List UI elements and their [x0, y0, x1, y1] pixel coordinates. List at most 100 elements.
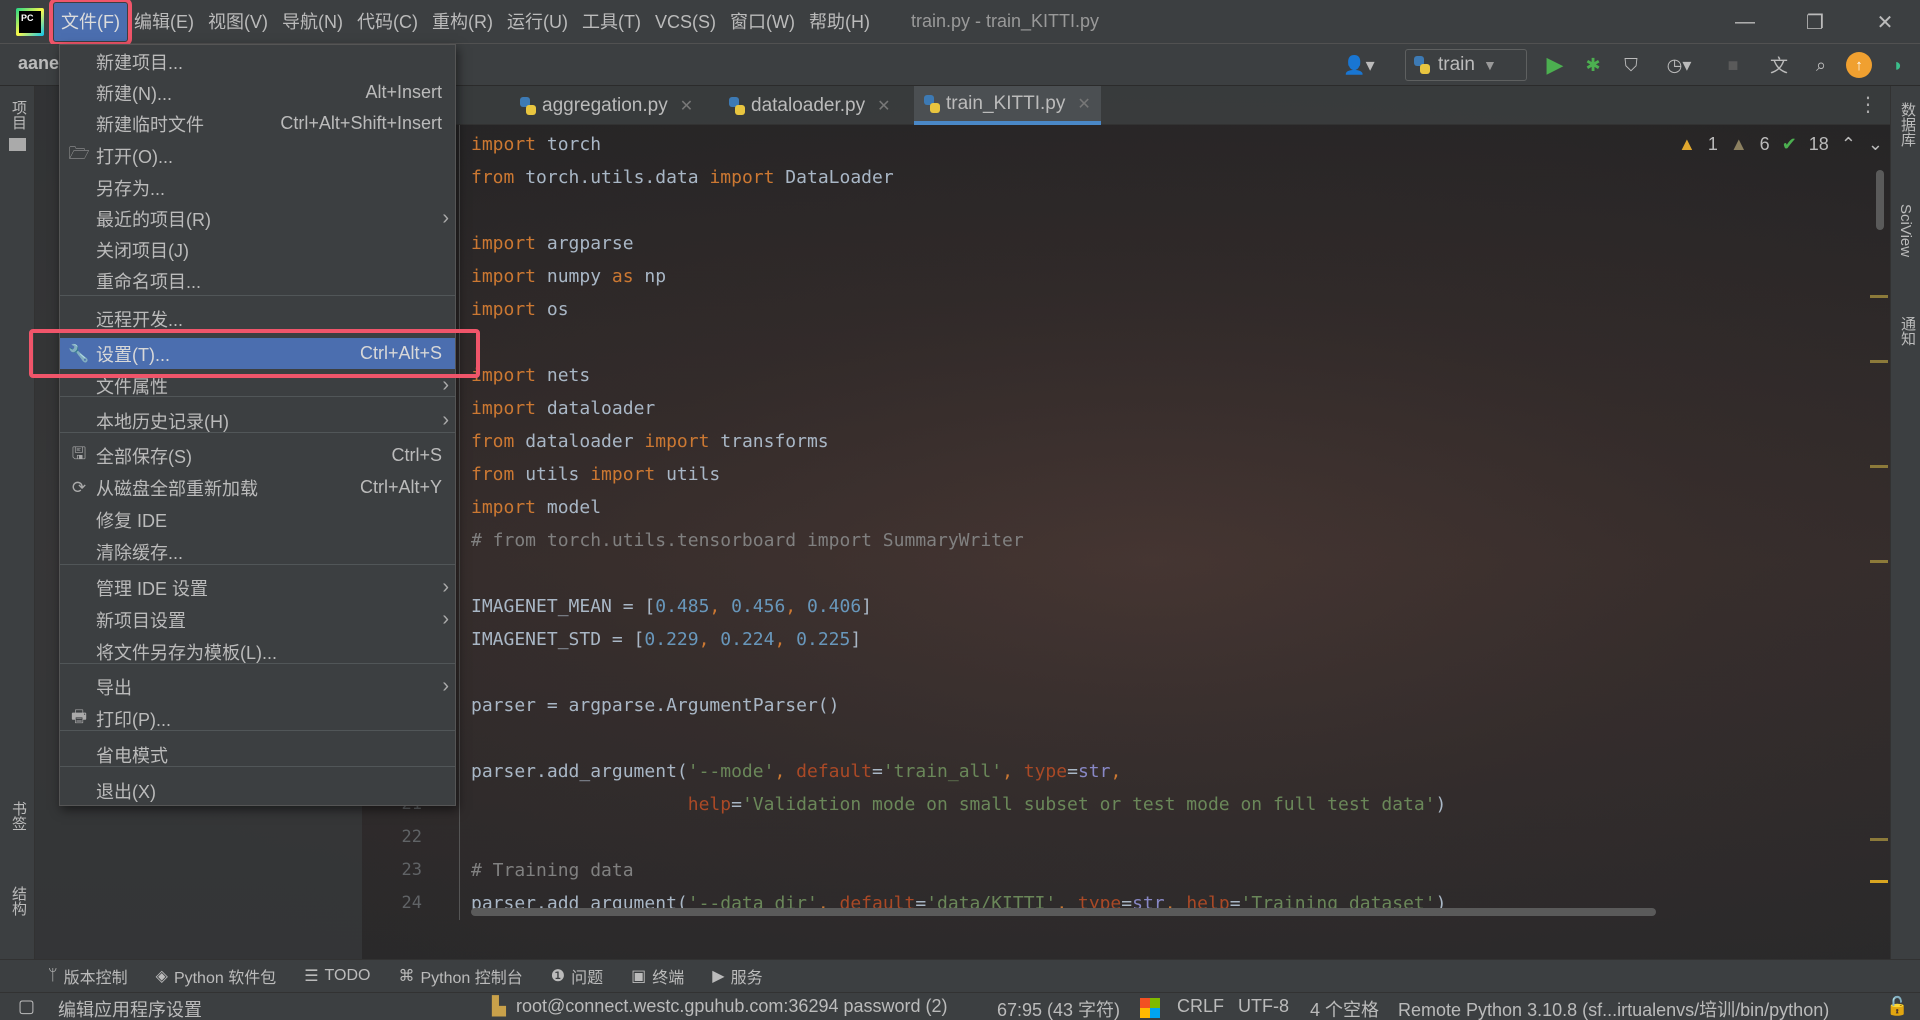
- file-menu-item[interactable]: 修复 IDE: [60, 504, 455, 535]
- scroll-marker[interactable]: [1870, 838, 1888, 841]
- file-menu-item[interactable]: 新项目设置 ›: [60, 604, 455, 635]
- stop-icon[interactable]: ■: [1718, 50, 1748, 80]
- scroll-marker[interactable]: [1870, 295, 1888, 298]
- toggle-panels-icon[interactable]: ▢: [18, 996, 35, 1017]
- code-line: import torch: [471, 128, 601, 161]
- coverage-icon[interactable]: ⛉: [1616, 50, 1646, 80]
- code-line: from utils import utils: [471, 458, 720, 491]
- inspection-widget[interactable]: ▲ 1 ▲ 6 ✔ 18 ⌃ ⌄: [1678, 134, 1883, 155]
- profile-icon[interactable]: ◷▾: [1656, 50, 1702, 80]
- translate-icon[interactable]: 文: [1764, 50, 1794, 80]
- file-menu-item[interactable]: 🗁 打开(O)...: [60, 140, 455, 171]
- file-menu-item[interactable]: 🖶 打印(P)...: [60, 703, 455, 734]
- update-icon[interactable]: ↑: [1846, 52, 1872, 78]
- indent-setting[interactable]: 4 个空格: [1310, 996, 1379, 1020]
- file-menu-item[interactable]: 本地历史记录(H) ›: [60, 405, 455, 436]
- tool-window-5[interactable]: ▣ 终端: [631, 964, 684, 988]
- code-token: as: [611, 266, 634, 287]
- code-token: model: [536, 497, 602, 518]
- structure-tool-button[interactable]: 结构: [8, 886, 29, 916]
- menu-1[interactable]: 编辑(E): [127, 3, 201, 41]
- restore-button[interactable]: ❐: [1780, 0, 1850, 44]
- account-icon[interactable]: 👤▾: [1336, 50, 1382, 80]
- file-menu-item[interactable]: 将文件另存为模板(L)...: [60, 636, 455, 667]
- tool-window-3[interactable]: ⌘ Python 控制台: [398, 964, 522, 988]
- menu-2[interactable]: 视图(V): [201, 3, 275, 41]
- code-token: DataLoader: [774, 167, 894, 188]
- submenu-arrow-icon: ›: [442, 675, 449, 697]
- tab-train_KITTI-py[interactable]: train_KITTI.py ✕: [914, 86, 1101, 125]
- shortcut: Ctrl+S: [391, 445, 442, 465]
- notifications-tool-button[interactable]: 通知: [1897, 316, 1918, 346]
- code-token: =: [1067, 761, 1078, 782]
- file-menu-item[interactable]: 重命名项目...: [60, 265, 455, 296]
- code-line: import numpy as np: [471, 260, 666, 293]
- project-name[interactable]: aane: [18, 53, 59, 74]
- code-token: dataloader: [514, 431, 645, 452]
- previous-highlight-icon[interactable]: ⌃: [1841, 134, 1856, 155]
- tab-dataloader-py[interactable]: dataloader.py ✕: [719, 86, 901, 125]
- line-separator[interactable]: CRLF: [1177, 996, 1224, 1017]
- scroll-marker[interactable]: [1870, 560, 1888, 563]
- caret-position[interactable]: 67:95 (43 字符): [997, 996, 1120, 1020]
- next-highlight-icon[interactable]: ⌄: [1868, 134, 1883, 155]
- file-menu-item[interactable]: 新建项目...: [60, 46, 455, 77]
- menu-9[interactable]: 窗口(W): [723, 3, 802, 41]
- scroll-marker[interactable]: [1870, 880, 1888, 883]
- minimize-button[interactable]: —: [1710, 0, 1780, 44]
- python-interpreter[interactable]: Remote Python 3.10.8 (sf...irtualenvs/培训…: [1398, 996, 1829, 1020]
- file-menu-item[interactable]: 关闭项目(J): [60, 234, 455, 265]
- scroll-marker[interactable]: [1870, 360, 1888, 363]
- menu-7[interactable]: 工具(T): [575, 3, 648, 41]
- file-menu-item[interactable]: 🖫 全部保存(S) Ctrl+S: [60, 440, 455, 471]
- code-token: dataloader: [536, 398, 656, 419]
- menu-0[interactable]: 文件(F): [49, 0, 132, 46]
- tab-aggregation-py[interactable]: aggregation.py ✕: [510, 86, 703, 125]
- bookmarks-tool-button[interactable]: 书签: [8, 801, 29, 831]
- horizontal-scrollbar[interactable]: [471, 908, 1656, 916]
- project-tool-button[interactable]: 项目: [8, 100, 29, 130]
- menu-5[interactable]: 重构(R): [425, 3, 500, 41]
- search-icon[interactable]: ⌕: [1806, 50, 1836, 80]
- debug-icon[interactable]: ✱: [1578, 50, 1608, 80]
- file-menu-item[interactable]: 最近的项目(R) ›: [60, 203, 455, 234]
- tool-window-6[interactable]: ▶ 服务: [712, 964, 762, 988]
- menu-6[interactable]: 运行(U): [500, 3, 575, 41]
- run-config-selector[interactable]: train ▼: [1405, 49, 1527, 81]
- file-menu-item[interactable]: 清除缓存...: [60, 536, 455, 567]
- more-tabs-icon[interactable]: ⋮: [1858, 92, 1878, 117]
- menu-4[interactable]: 代码(C): [350, 3, 425, 41]
- menu-3[interactable]: 导航(N): [275, 3, 350, 41]
- file-menu-item[interactable]: ⟳ 从磁盘全部重新加载 Ctrl+Alt+Y: [60, 472, 455, 503]
- file-encoding[interactable]: UTF-8: [1238, 996, 1289, 1017]
- menu-10[interactable]: 帮助(H): [802, 3, 877, 41]
- vertical-scrollbar[interactable]: [1876, 170, 1884, 230]
- file-menu-item[interactable]: 新建临时文件 Ctrl+Alt+Shift+Insert: [60, 108, 455, 139]
- tool-window-4[interactable]: ❶ 问题: [551, 964, 603, 988]
- plugin-icon[interactable]: ◗: [1884, 50, 1912, 80]
- remote-host[interactable]: root@connect.westc.gpuhub.com:36294 pass…: [516, 996, 948, 1017]
- file-menu-item[interactable]: 新建(N)... Alt+Insert: [60, 77, 455, 108]
- close-button[interactable]: ✕: [1850, 0, 1920, 44]
- file-menu-item[interactable]: 管理 IDE 设置 ›: [60, 572, 455, 603]
- file-menu-item[interactable]: 省电模式: [60, 739, 455, 770]
- file-menu-item[interactable]: 另存为...: [60, 172, 455, 203]
- tool-window-1[interactable]: ◈ Python 软件包: [156, 964, 277, 988]
- close-tab-icon[interactable]: ✕: [1077, 94, 1090, 114]
- menu-8[interactable]: VCS(S): [648, 3, 723, 41]
- file-menu-item[interactable]: 退出(X): [60, 775, 455, 806]
- scroll-marker[interactable]: [1870, 465, 1888, 468]
- tool-window-0[interactable]: ᛘ 版本控制: [48, 964, 128, 988]
- close-tab-icon[interactable]: ✕: [680, 96, 693, 116]
- database-tool-button[interactable]: 数据库: [1897, 102, 1918, 147]
- lock-icon[interactable]: 🔓: [1886, 996, 1908, 1017]
- code-token: import: [471, 497, 537, 518]
- chevron-down-icon: ▼: [1482, 57, 1497, 73]
- run-icon[interactable]: ▶: [1540, 50, 1570, 80]
- sciview-tool-button[interactable]: SciView: [1897, 204, 1914, 257]
- close-tab-icon[interactable]: ✕: [877, 96, 890, 116]
- code-editor[interactable]: import torch from torch.utils.data import…: [471, 125, 1876, 920]
- tool-window-2[interactable]: ☰ TODO: [304, 966, 370, 986]
- file-menu-item[interactable]: 导出 ›: [60, 671, 455, 702]
- code-token: import: [709, 167, 775, 188]
